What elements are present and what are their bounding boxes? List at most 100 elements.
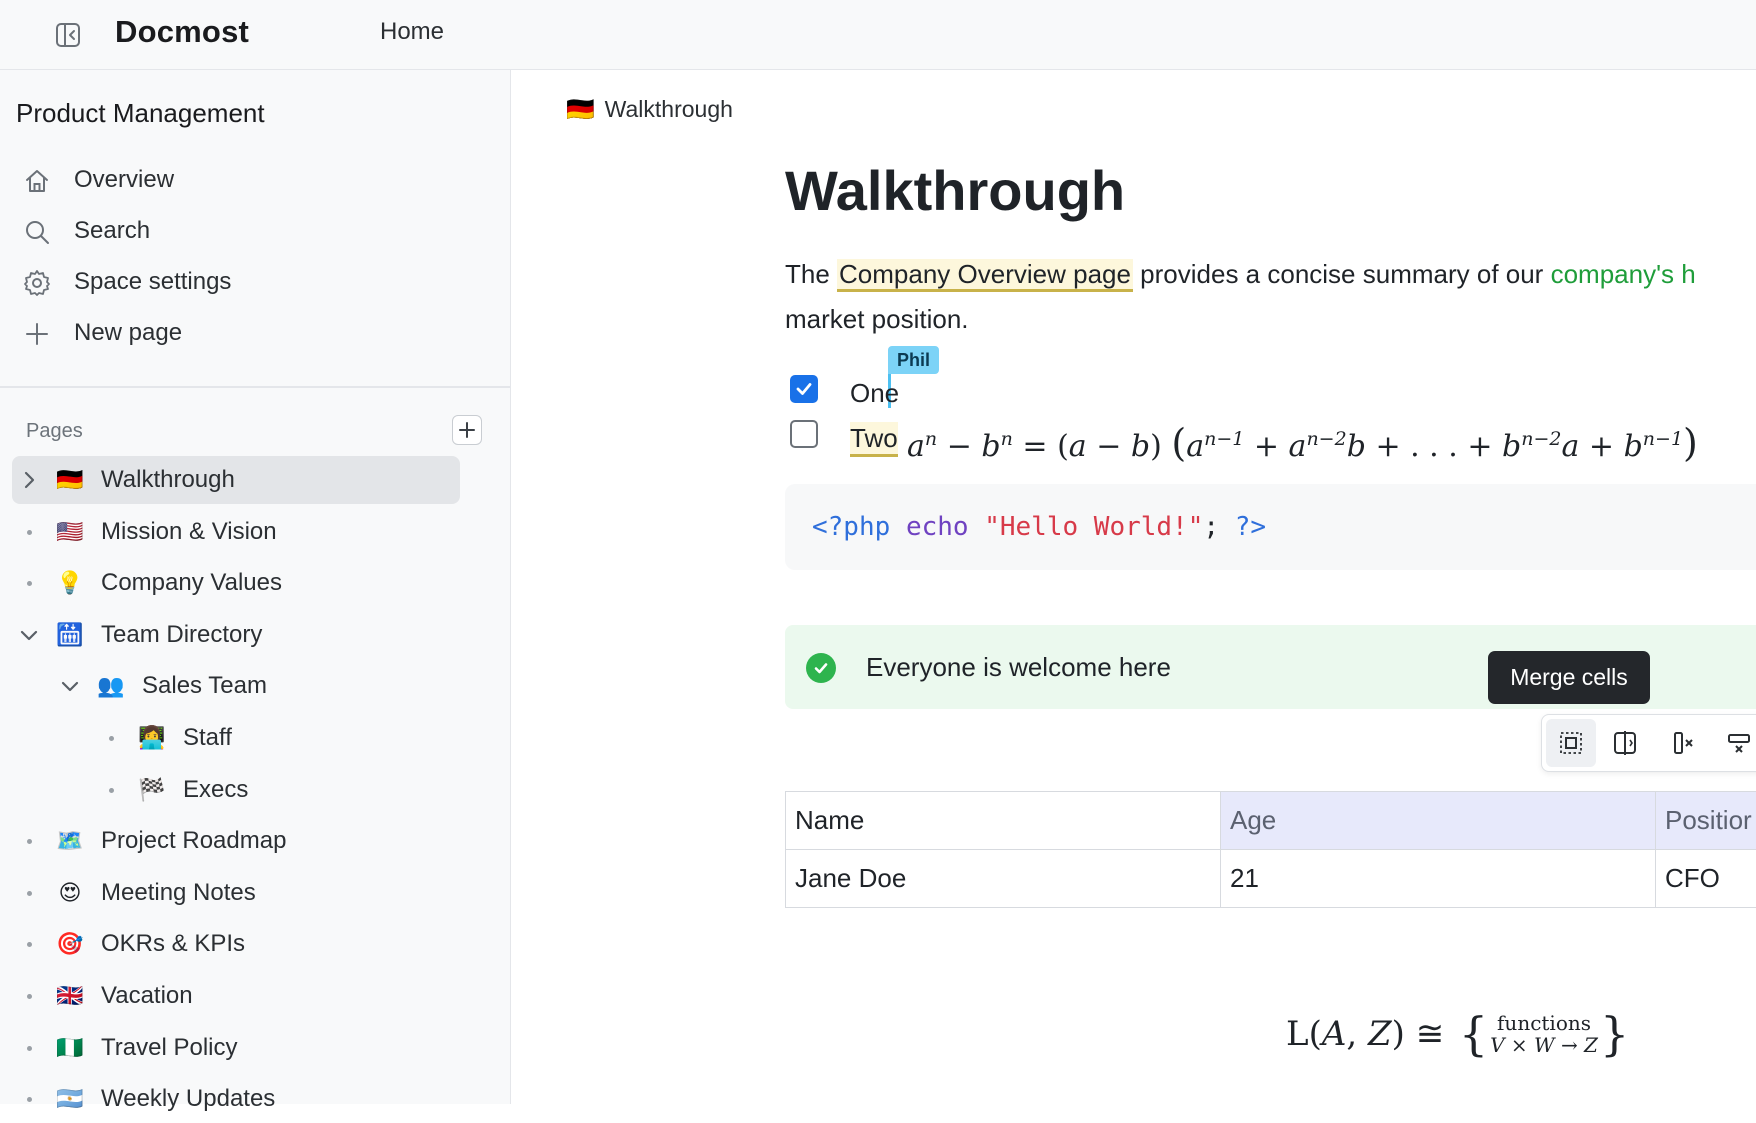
bullet-icon bbox=[27, 1097, 32, 1102]
para-line2: market position. bbox=[785, 304, 969, 334]
app-brand[interactable]: Docmost bbox=[115, 12, 249, 52]
delete-column-icon bbox=[1669, 729, 1697, 757]
task-item: Two bbox=[790, 420, 818, 448]
chevron-down-icon[interactable] bbox=[18, 624, 40, 646]
page-emoji-icon: 🏁 bbox=[138, 777, 166, 803]
code-semicolon: ; bbox=[1203, 512, 1219, 542]
task-item: One bbox=[790, 375, 818, 403]
page-tree-label: Mission & Vision bbox=[101, 516, 277, 548]
sidebar-collapse-icon bbox=[54, 21, 82, 49]
page-tree-item[interactable]: 🇳🇬Travel Policy bbox=[12, 1024, 460, 1072]
bullet-icon bbox=[27, 891, 32, 896]
code-block[interactable]: <?php echo "Hello World!"; ?> bbox=[785, 484, 1756, 570]
page-title[interactable]: Walkthrough bbox=[785, 156, 1125, 226]
search-icon bbox=[22, 217, 52, 247]
check-circle-icon bbox=[806, 653, 836, 683]
delete-row-button[interactable] bbox=[1714, 719, 1756, 767]
collab-cursor-label: Phil bbox=[888, 346, 939, 374]
page-tree-item[interactable]: 👩‍💻Staff bbox=[12, 714, 460, 762]
block-math-equation[interactable]: L(A, Z) ≅ { functions V × W → Z } bbox=[1286, 1008, 1629, 1060]
page-tree-item[interactable]: 🇩🇪Walkthrough bbox=[12, 456, 460, 504]
code-php-open: <?php bbox=[812, 512, 890, 542]
add-page-button[interactable] bbox=[452, 415, 482, 445]
page-tree-item[interactable]: 💡Company Values bbox=[12, 559, 460, 607]
sidebar-nav-label: Search bbox=[74, 215, 150, 247]
sidebar-nav-label: New page bbox=[74, 317, 182, 349]
breadcrumb[interactable]: 🇩🇪 Walkthrough bbox=[566, 94, 733, 124]
check-icon bbox=[794, 379, 814, 399]
merge-cells-button[interactable] bbox=[1546, 719, 1596, 767]
company-overview-link[interactable]: Company Overview page bbox=[837, 259, 1133, 292]
delete-column-button[interactable] bbox=[1658, 719, 1708, 767]
sidebar-nav-label: Overview bbox=[74, 164, 174, 196]
task-checkbox-unchecked[interactable] bbox=[790, 420, 818, 448]
page-emoji-icon: 🛗 bbox=[56, 622, 84, 648]
page-emoji-icon: 🇩🇪 bbox=[56, 467, 84, 493]
code-line: <?php echo "Hello World!"; ?> bbox=[812, 510, 1266, 544]
chevron-right-icon[interactable] bbox=[18, 469, 40, 491]
page-tree-label: OKRs & KPIs bbox=[101, 928, 245, 960]
bullet-icon bbox=[27, 942, 32, 947]
page-tree-item[interactable]: 👥Sales Team bbox=[12, 662, 460, 710]
page-tree-item[interactable]: 🇺🇸Mission & Vision bbox=[12, 508, 460, 556]
page-tree-item[interactable]: 🗺️ Project Roadmap bbox=[12, 817, 460, 865]
table-cell[interactable]: Jane Doe bbox=[786, 850, 1221, 908]
page-emoji-icon: 🇳🇬 bbox=[56, 1035, 84, 1061]
sidebar-toggle-button[interactable] bbox=[50, 17, 86, 53]
math-brace-open: { bbox=[1444, 1008, 1488, 1060]
breadcrumb-emoji: 🇩🇪 bbox=[566, 94, 595, 124]
table-header-cell[interactable]: Name bbox=[786, 792, 1221, 850]
bullet-icon bbox=[27, 839, 32, 844]
split-cell-button[interactable] bbox=[1600, 719, 1650, 767]
para-prefix: The bbox=[785, 259, 837, 289]
bullet-icon bbox=[109, 736, 114, 741]
page-emoji-icon: 🇦🇷 bbox=[56, 1086, 84, 1112]
task-checkbox-checked[interactable] bbox=[790, 375, 818, 403]
page-tree-item[interactable]: 🛗Team Directory bbox=[12, 611, 460, 659]
page-emoji-icon: 💡 bbox=[56, 570, 84, 596]
table-cell-toolbar bbox=[1541, 714, 1756, 772]
table-cell[interactable]: 21 bbox=[1221, 850, 1656, 908]
para-middle: provides a concise summary of our bbox=[1133, 259, 1551, 289]
delete-row-icon bbox=[1725, 729, 1753, 757]
page-tree-label: Vacation bbox=[101, 980, 193, 1012]
sidebar-nav-space-settings[interactable]: Space settings bbox=[0, 259, 511, 305]
plus-icon bbox=[22, 319, 52, 349]
page-tree-item[interactable]: 😍Meeting Notes bbox=[12, 869, 460, 917]
math-lhs: L(A, Z) ≅ bbox=[1286, 1008, 1444, 1060]
sidebar-nav-overview[interactable]: Overview bbox=[0, 157, 511, 203]
sidebar-nav-search[interactable]: Search bbox=[0, 208, 511, 254]
page-tree-label: Weekly Updates bbox=[101, 1083, 275, 1115]
table-cell[interactable]: CFO bbox=[1656, 850, 1756, 908]
intro-paragraph[interactable]: The Company Overview page provides a con… bbox=[785, 252, 1756, 342]
page-tree-item[interactable]: 🏁 Execs bbox=[12, 766, 460, 814]
page-emoji-icon: 😍 bbox=[56, 880, 84, 906]
bullet-icon bbox=[109, 788, 114, 793]
bullet-icon bbox=[27, 1046, 32, 1051]
math-frac-den: V × W → Z bbox=[1490, 1034, 1598, 1056]
callout-text: Everyone is welcome here bbox=[866, 650, 1171, 684]
space-name[interactable]: Product Management bbox=[16, 96, 265, 130]
math-fraction: functions V × W → Z bbox=[1490, 1012, 1598, 1056]
task-label[interactable]: One bbox=[850, 377, 899, 409]
page-tree-label: Project Roadmap bbox=[101, 825, 286, 857]
table-header-cell-selected[interactable]: Age bbox=[1221, 792, 1656, 850]
table-header-row: Name Age Positior bbox=[786, 792, 1756, 850]
bullet-icon bbox=[27, 530, 32, 535]
page-tree-item[interactable]: 🇦🇷 Weekly Updates bbox=[12, 1075, 460, 1123]
table-header-cell-selected[interactable]: Positior bbox=[1656, 792, 1756, 850]
page-emoji-icon: 🗺️ bbox=[56, 828, 84, 854]
chevron-down-icon[interactable] bbox=[59, 675, 81, 697]
inline-math-equation[interactable]: an − bn = (a − b) (an−1 + an−2b + . . . … bbox=[907, 418, 1698, 468]
bullet-icon bbox=[27, 581, 32, 586]
task-label[interactable]: Two bbox=[850, 422, 898, 457]
data-table: Name Age Positior Jane Doe 21 CFO bbox=[785, 791, 1756, 908]
code-php-close: ?> bbox=[1235, 512, 1266, 542]
pages-header: Pages bbox=[26, 418, 83, 444]
sidebar-nav-new-page[interactable]: New page bbox=[0, 310, 511, 356]
gear-icon bbox=[22, 268, 52, 298]
home-link[interactable]: Home bbox=[380, 16, 444, 48]
page-tree-label: Execs bbox=[183, 774, 248, 806]
page-tree-item[interactable]: 🇬🇧Vacation bbox=[12, 972, 460, 1020]
page-tree-item[interactable]: 🎯OKRs & KPIs bbox=[12, 920, 460, 968]
